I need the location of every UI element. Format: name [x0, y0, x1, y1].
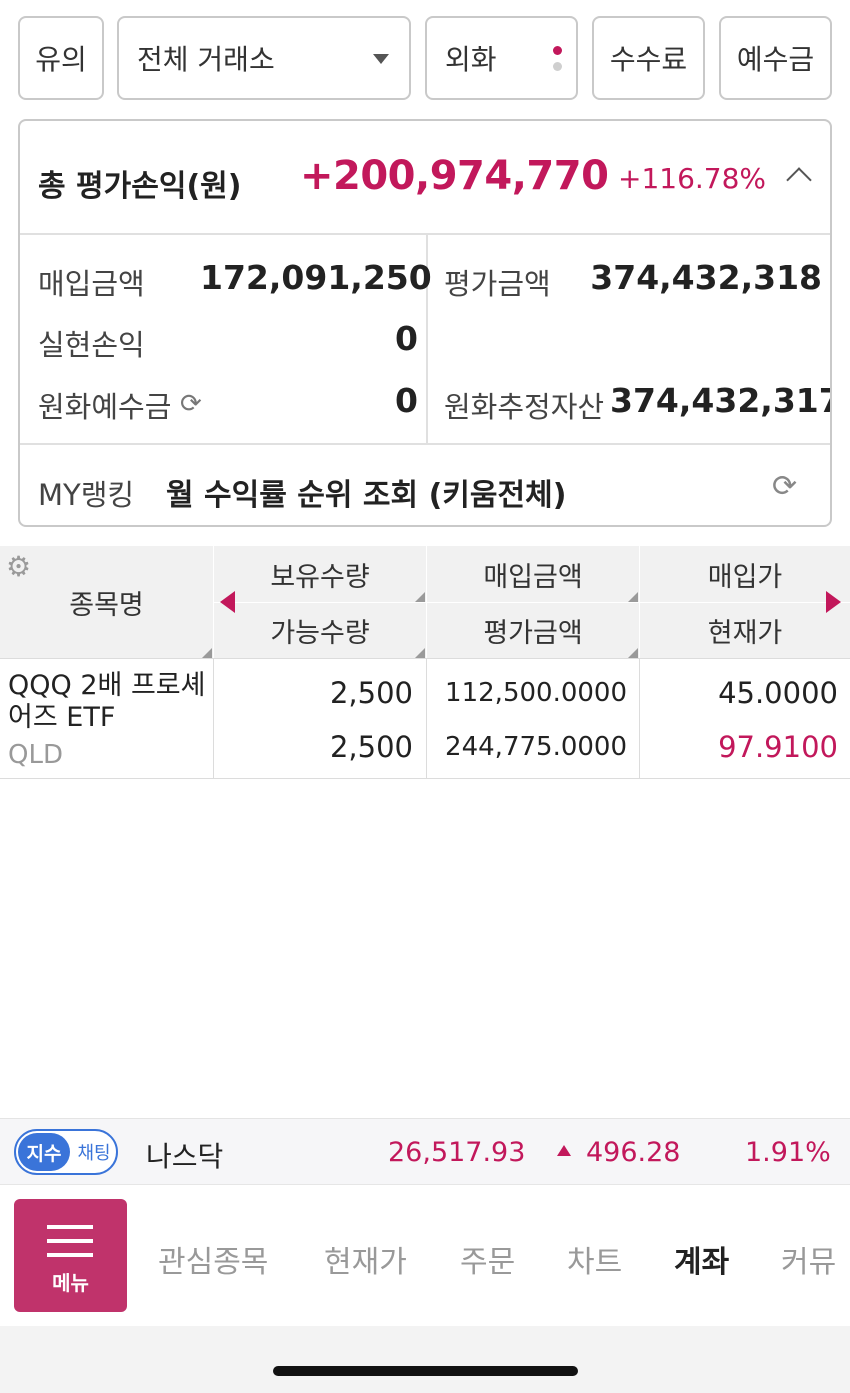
- fee-label: 수수료: [609, 43, 688, 76]
- gear-icon[interactable]: ⚙: [6, 550, 31, 583]
- header-label: 평가금액: [483, 618, 583, 649]
- header-label: 매입금액: [483, 561, 583, 593]
- nav-item-watchlist[interactable]: 관심종목: [158, 1237, 268, 1281]
- scroll-right-icon[interactable]: [826, 591, 841, 613]
- krw-est-asset-label: 원화추정자산: [444, 390, 605, 424]
- total-pl-value: +200,974,770: [300, 153, 609, 199]
- index-ticker[interactable]: 지수 채팅 나스닥 26,517.93 496.28 1.91%: [0, 1118, 850, 1184]
- nav-item-community[interactable]: 커뮤: [781, 1237, 836, 1281]
- header-label: 현재가: [707, 618, 783, 649]
- account-summary-card: 총 평가손익(원) +200,974,770 +116.78% 매입금액 172…: [18, 119, 832, 527]
- deposit-button[interactable]: 예수금: [719, 16, 832, 100]
- home-indicator-area: [0, 1326, 850, 1393]
- summary-header[interactable]: 총 평가손익(원) +200,974,770 +116.78%: [20, 121, 830, 235]
- column-header-avail-qty[interactable]: 가능수량: [214, 603, 426, 658]
- total-pl-label: 총 평가손익(원): [38, 169, 242, 204]
- index-chat-toggle[interactable]: 지수 채팅: [14, 1129, 118, 1175]
- chat-tab[interactable]: 채팅: [72, 1133, 116, 1171]
- toggle-dot-icon: [553, 62, 562, 71]
- nav-item-account[interactable]: 계좌: [674, 1237, 729, 1281]
- exchange-select[interactable]: 전체 거래소: [117, 16, 411, 100]
- header-label: 보유수량: [270, 561, 370, 593]
- triangle-up-icon: [557, 1145, 571, 1156]
- notice-button[interactable]: 유의: [18, 16, 104, 100]
- purchase-amt-cell: 112,500.0000: [445, 678, 627, 708]
- purchase-amount-value: 172,091,250: [200, 258, 432, 297]
- refresh-icon[interactable]: ⟳: [772, 469, 797, 504]
- menu-label: 메뉴: [52, 1271, 89, 1295]
- avail-qty-cell: 2,500: [329, 730, 413, 764]
- toggle-dot-icon: [553, 46, 562, 55]
- menu-button[interactable]: 메뉴: [14, 1199, 127, 1312]
- realized-pl-value: 0: [395, 319, 418, 358]
- hamburger-icon: [47, 1225, 93, 1229]
- deposit-label: 예수금: [736, 43, 815, 76]
- currency-button[interactable]: 외화: [425, 16, 578, 100]
- header-label: 매입가: [707, 561, 783, 593]
- sort-corner-icon: [628, 592, 638, 602]
- divider: [0, 658, 850, 659]
- home-indicator[interactable]: [273, 1366, 578, 1376]
- header-label: 가능수량: [270, 618, 370, 649]
- divider: [0, 778, 850, 779]
- column-header-purchase-amt[interactable]: 매입금액: [427, 546, 639, 602]
- column-header-eval-amt[interactable]: 평가금액: [427, 603, 639, 658]
- bottom-nav: 메뉴 관심종목 현재가 주문 차트 계좌 커뮤: [0, 1184, 850, 1326]
- header-label: 종목명: [69, 589, 144, 621]
- index-change: 496.28: [586, 1137, 681, 1168]
- notice-label: 유의: [35, 43, 87, 76]
- chevron-up-icon[interactable]: [786, 167, 812, 193]
- sort-corner-icon: [202, 648, 212, 658]
- divider: [213, 658, 214, 778]
- current-price-cell: 97.9100: [718, 730, 838, 764]
- eval-amt-cell: 244,775.0000: [445, 732, 627, 762]
- currency-label: 외화: [445, 43, 497, 76]
- stock-name: QQQ 2배 프로셰어즈 ETF: [8, 670, 206, 733]
- column-header-hold-qty[interactable]: 보유수량: [214, 546, 426, 602]
- refresh-icon[interactable]: ⟳: [180, 389, 202, 419]
- hamburger-icon: [47, 1239, 93, 1243]
- sort-corner-icon: [415, 592, 425, 602]
- eval-amount-label: 평가금액: [444, 267, 551, 301]
- hamburger-icon: [47, 1253, 93, 1257]
- krw-est-asset-value: 374,432,317: [610, 381, 832, 420]
- krw-deposit-label: 원화예수금: [38, 390, 172, 424]
- fee-button[interactable]: 수수료: [592, 16, 705, 100]
- purchase-amount-label: 매입금액: [38, 267, 145, 301]
- column-header-purchase-price[interactable]: 매입가: [640, 546, 850, 602]
- sort-corner-icon: [415, 648, 425, 658]
- dropdown-caret-icon: [373, 54, 389, 64]
- nav-item-chart[interactable]: 차트: [567, 1237, 622, 1281]
- nav-item-current-price[interactable]: 현재가: [324, 1237, 407, 1281]
- index-tab[interactable]: 지수: [18, 1133, 70, 1171]
- scroll-left-icon[interactable]: [220, 591, 235, 613]
- divider: [20, 443, 830, 445]
- krw-deposit-value: 0: [395, 381, 418, 420]
- sort-corner-icon: [628, 648, 638, 658]
- exchange-label: 전체 거래소: [137, 43, 275, 76]
- hold-qty-cell: 2,500: [329, 676, 413, 710]
- index-rate: 1.91%: [745, 1137, 831, 1168]
- index-name: 나스닥: [146, 1140, 224, 1173]
- total-pl-rate: +116.78%: [618, 162, 767, 195]
- stock-code: QLD: [8, 740, 63, 770]
- eval-amount-value: 374,432,318: [590, 258, 822, 297]
- column-header-name[interactable]: 종목명: [0, 546, 213, 658]
- realized-pl-label: 실현손익: [38, 328, 145, 362]
- nav-item-order[interactable]: 주문: [460, 1237, 515, 1281]
- index-value: 26,517.93: [388, 1137, 526, 1168]
- divider: [426, 658, 427, 778]
- myrank-link[interactable]: 월 수익률 순위 조회 (키움전체): [166, 470, 566, 514]
- purchase-price-cell: 45.0000: [718, 676, 838, 710]
- column-header-current-price[interactable]: 현재가: [640, 603, 850, 658]
- myrank-label: MY랭킹: [38, 478, 135, 512]
- divider: [639, 658, 640, 778]
